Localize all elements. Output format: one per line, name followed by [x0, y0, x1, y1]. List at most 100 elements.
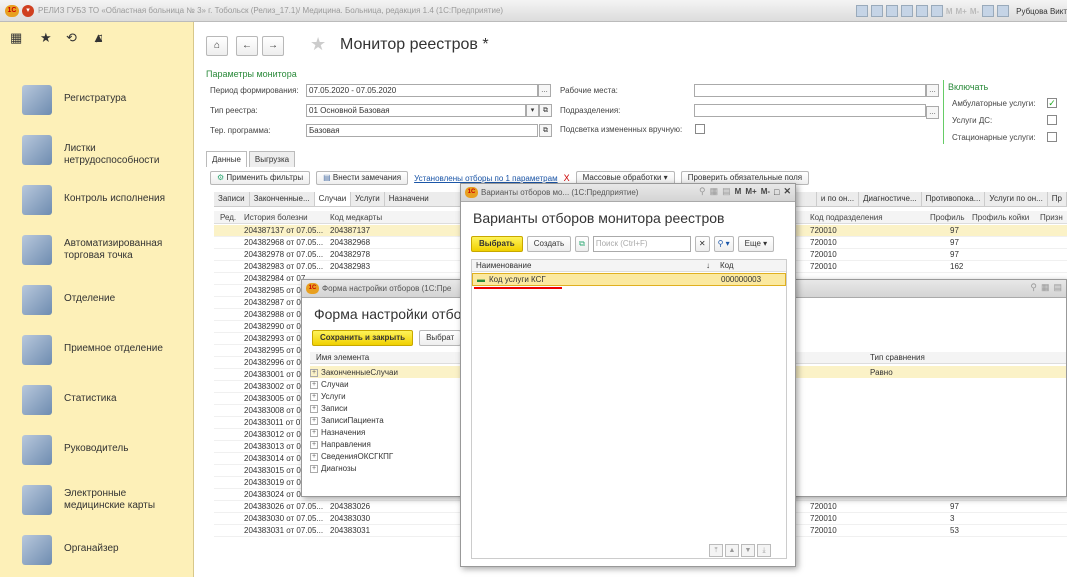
subtab-diagnostics[interactable]: Диагностиче... [859, 192, 922, 206]
subtab-onco-services[interactable]: Услуги по он... [985, 192, 1048, 206]
col-name[interactable]: Наименование [476, 261, 531, 270]
tree-item[interactable]: + Записи [310, 404, 348, 413]
tree-item[interactable]: + Диагнозы [310, 464, 356, 473]
workplaces-select-button[interactable]: … [926, 84, 939, 97]
sidebar-item-ward[interactable]: Отделение [0, 277, 194, 323]
maximize-icon[interactable]: □ [774, 187, 779, 197]
copy-icon[interactable]: ⧉ [575, 236, 589, 252]
memory-m-button[interactable]: M [735, 187, 742, 196]
expand-icon[interactable]: + [310, 368, 318, 377]
refresh-icon[interactable] [900, 5, 913, 17]
memory-mminus-button[interactable]: M- [761, 187, 770, 196]
col-code[interactable]: Код [720, 261, 734, 270]
ambulatory-checkbox[interactable]: ✓ [1047, 98, 1057, 108]
memory-mplus-button[interactable]: M+ [955, 7, 966, 16]
registry-type-input[interactable]: 01 Основной Базовая [306, 104, 526, 117]
favorites-star-icon[interactable]: ★ [40, 30, 52, 46]
subtab-cases[interactable]: Случаи [314, 192, 352, 206]
main-menu-icon[interactable]: ▾ [22, 5, 34, 17]
subtab-oncology[interactable]: и по он... [817, 192, 860, 206]
tree-item[interactable]: + ЗаконченныеСлучаи [310, 368, 398, 377]
tree-item[interactable]: + Направления [310, 440, 371, 449]
col-dept[interactable]: Код подразделения [810, 213, 883, 222]
col-profile[interactable]: Профиль [930, 213, 965, 222]
calendar-icon[interactable]: ▤ [722, 186, 731, 197]
scroll-up-arrow-icon[interactable]: ▲ [92, 30, 105, 45]
apply-filters-button[interactable]: ⚙ Применить фильтры [210, 171, 311, 185]
home-icon[interactable]: ⌂ [206, 36, 228, 56]
sidebar-item-sick-leave[interactable]: Листки нетрудоспособности [0, 127, 194, 173]
create-button[interactable]: Создать [526, 236, 572, 252]
sidebar-item-organizer[interactable]: Органайзер [0, 527, 194, 573]
clear-filters-icon[interactable]: X [564, 173, 570, 183]
first-page-icon[interactable]: ⤒ [709, 544, 723, 557]
table-icon[interactable]: ▦ [1041, 282, 1050, 293]
close-icon[interactable]: ✕ [783, 186, 791, 197]
expand-icon[interactable]: + [310, 440, 318, 449]
clear-search-icon[interactable]: ✕ [694, 236, 710, 252]
workplaces-input[interactable] [694, 84, 926, 97]
choose-button[interactable]: Выбрать [471, 236, 523, 252]
back-arrow-icon[interactable]: ← [236, 36, 258, 56]
tree-item[interactable]: + Назначения [310, 428, 365, 437]
col-sign[interactable]: Призн [1040, 213, 1063, 222]
tab-export[interactable]: Выгрузка [248, 151, 296, 167]
calendar-icon[interactable] [930, 5, 943, 17]
last-page-icon[interactable]: ⤓ [757, 544, 771, 557]
sidebar-item-control[interactable]: Контроль исполнения [0, 177, 194, 223]
departments-input[interactable] [694, 104, 926, 117]
open-icon[interactable]: ⧉ [539, 104, 552, 117]
table-icon[interactable]: ▦ [710, 186, 719, 197]
favorite-star-icon[interactable]: ★ [310, 34, 326, 55]
page-up-icon[interactable]: ▲ [725, 544, 739, 557]
col-edit[interactable]: Ред. [220, 213, 236, 222]
page-down-icon[interactable]: ▼ [741, 544, 755, 557]
sidebar-item-reception[interactable]: Приемное отделение [0, 327, 194, 373]
highlight-checkbox[interactable] [695, 124, 705, 134]
sidebar-item-registry[interactable]: Регистратура [0, 77, 194, 123]
memory-m-button[interactable]: M [946, 7, 953, 16]
forward-arrow-icon[interactable]: → [262, 36, 284, 56]
sidebar-item-statistics[interactable]: Статистика [0, 377, 194, 423]
col-card[interactable]: Код медкарты [330, 213, 382, 222]
col-history[interactable]: История болезни [244, 213, 308, 222]
expand-icon[interactable]: + [310, 452, 318, 461]
sidebar-item-cash-register[interactable]: Автоматизированная торговая точка [0, 227, 194, 273]
search-icon[interactable]: ⚲ ▾ [713, 236, 734, 252]
apps-grid-icon[interactable]: ▦ [10, 30, 22, 46]
print-icon[interactable] [870, 5, 883, 17]
tree-item[interactable]: + ЗаписиПациента [310, 416, 384, 425]
search-icon[interactable]: ⚲ [1030, 282, 1037, 293]
tab-data[interactable]: Данные [206, 151, 247, 167]
chevron-down-icon[interactable]: ▾ [526, 104, 539, 117]
calendar-icon[interactable]: ▤ [1053, 282, 1062, 293]
subtab-more[interactable]: Пр [1048, 192, 1067, 206]
period-select-button[interactable]: … [538, 84, 551, 97]
compare-value[interactable]: Равно [870, 368, 893, 377]
memory-mminus-button[interactable]: M- [970, 7, 979, 16]
col-compare-type[interactable]: Тип сравнения [870, 353, 925, 362]
preview-icon[interactable] [885, 5, 898, 17]
choose-filter-button[interactable]: Выбрат [419, 330, 462, 346]
panels-icon[interactable] [997, 5, 1010, 17]
table-icon[interactable] [915, 5, 928, 17]
sidebar-item-manager[interactable]: Руководитель [0, 427, 194, 473]
filters-link[interactable]: Установлены отборы по 1 параметрам [414, 174, 558, 183]
memory-mplus-button[interactable]: M+ [745, 187, 756, 196]
tree-item[interactable]: + СведенияОКСГКПГ [310, 452, 393, 461]
subtab-records[interactable]: Записи [214, 192, 250, 206]
subtab-services[interactable]: Услуги [351, 192, 385, 206]
expand-icon[interactable]: + [310, 380, 318, 389]
inpatient-checkbox[interactable] [1047, 132, 1057, 142]
sidebar-item-medcard[interactable]: Электронные медицинские карты [0, 477, 194, 523]
period-input[interactable]: 07.05.2020 - 07.05.2020 [306, 84, 538, 97]
history-icon[interactable]: ⟲ [66, 30, 77, 46]
variant-row[interactable]: ▬ Код услуги КСГ 000000003 [472, 273, 786, 286]
save-close-button[interactable]: Сохранить и закрыть [312, 330, 414, 346]
col-bed-profile[interactable]: Профиль койки [972, 213, 1029, 222]
open-icon[interactable]: ⧉ [539, 124, 552, 137]
expand-icon[interactable]: + [310, 404, 318, 413]
tree-item[interactable]: + Случаи [310, 380, 349, 389]
departments-select-button[interactable]: … [926, 106, 939, 119]
save-icon[interactable] [855, 5, 868, 17]
